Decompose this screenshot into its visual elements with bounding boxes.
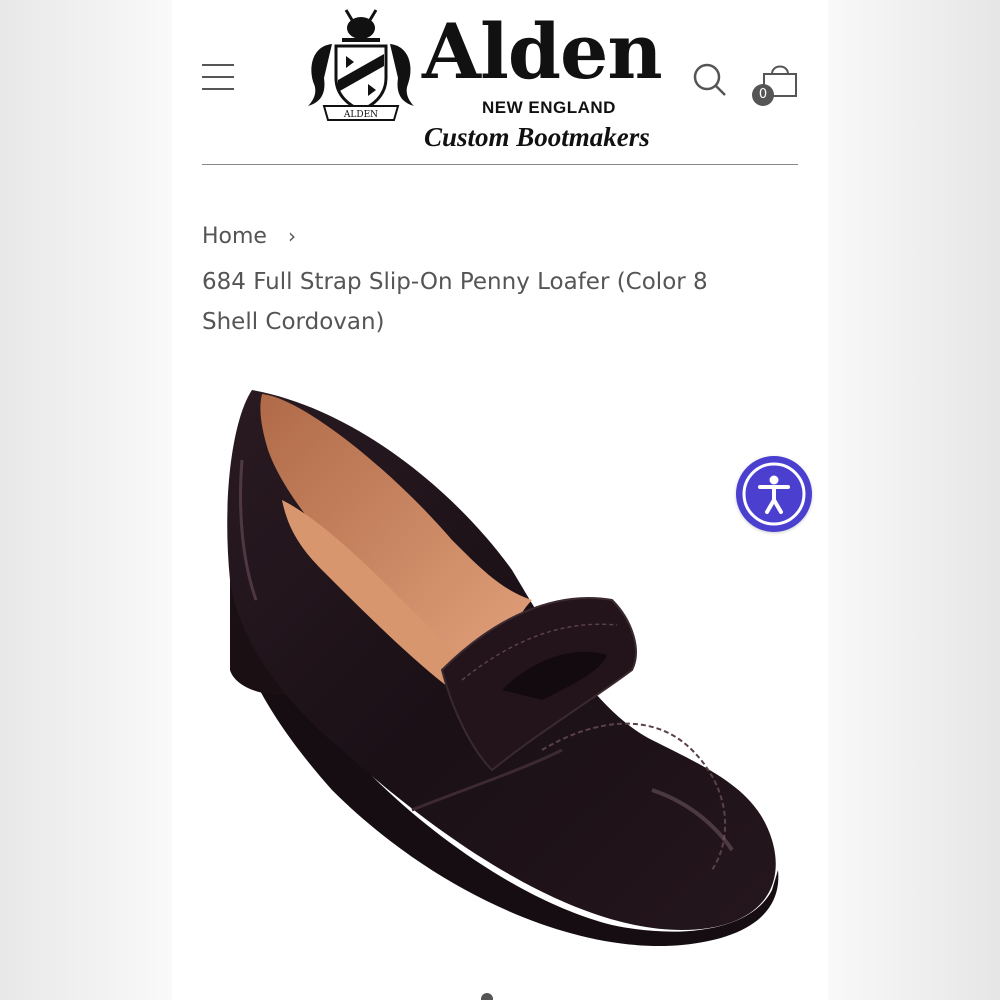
product-title: 684 Full Strap Slip-On Penny Loafer (Col… [202,269,708,335]
hamburger-icon [202,64,236,90]
breadcrumb-home-link[interactable]: Home [202,224,267,249]
product-image[interactable] [212,370,792,970]
site-header: ALDEN Alden NEW ENGLAND Custom Bootmaker… [172,0,828,166]
breadcrumb: Home › [202,224,296,249]
menu-button[interactable] [202,64,236,96]
header-divider [202,164,798,165]
search-icon [693,63,726,96]
accessibility-button[interactable] [736,456,812,532]
background-right-blur [828,0,1000,1000]
carousel-indicator[interactable] [481,993,493,1000]
brand-subtitle: NEW ENGLAND [482,98,616,117]
crest-logo-icon: ALDEN [308,9,414,121]
brand-logo[interactable]: ALDEN Alden NEW ENGLAND Custom Bootmaker… [302,6,672,156]
mobile-page: ALDEN Alden NEW ENGLAND Custom Bootmaker… [172,0,828,1000]
brand-name: Alden [422,7,663,96]
cart-button[interactable]: 0 [752,60,802,110]
search-button[interactable] [692,60,728,100]
chevron-right-icon: › [287,224,296,248]
crest-ribbon-text: ALDEN [343,110,378,120]
brand-tagline: Custom Bootmakers [424,122,650,152]
cart-count-badge: 0 [752,84,774,106]
accessibility-icon [742,462,806,526]
background-left-blur [0,0,172,1000]
